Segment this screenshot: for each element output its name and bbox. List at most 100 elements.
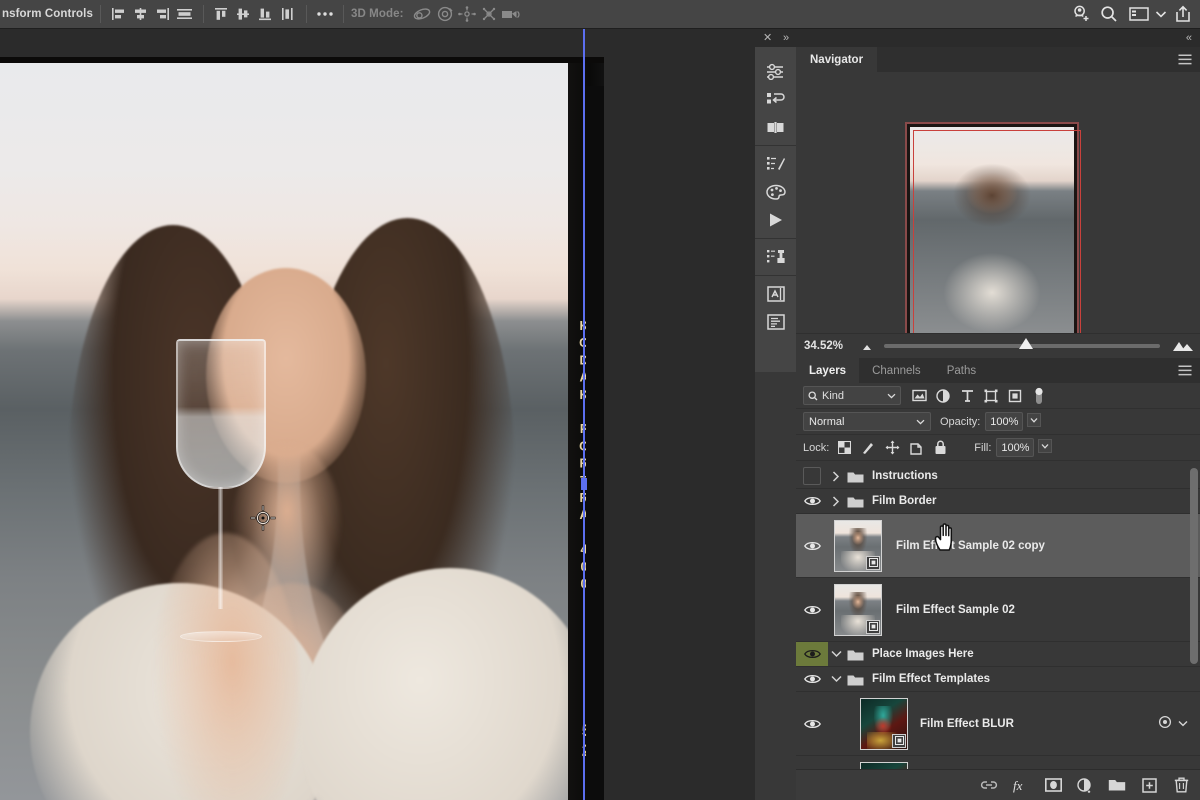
align-bottom-edges-icon[interactable] [255, 4, 277, 24]
layer-row-film-effect-sample-02[interactable]: Film Effect Sample 02 [796, 578, 1200, 642]
smart-object-filter-icon[interactable] [1003, 385, 1027, 407]
group-collapse-chevron-icon[interactable] [828, 650, 844, 658]
tab-layers[interactable]: Layers [796, 358, 859, 383]
paragraph-icon[interactable] [755, 308, 796, 336]
layer-visibility-toggle[interactable] [796, 692, 828, 755]
navigator-thumbnail[interactable] [905, 122, 1079, 339]
lock-artboard-icon[interactable] [904, 437, 928, 459]
share-icon[interactable] [1172, 4, 1194, 24]
roll-3d-icon[interactable] [434, 4, 456, 24]
more-options-icon[interactable] [314, 4, 336, 24]
layer-row-place-images-here[interactable]: Place Images Here [796, 642, 1200, 667]
adjustments-icon[interactable] [755, 57, 796, 85]
panel-menu-icon[interactable] [1178, 365, 1192, 379]
blend-mode-dropdown[interactable]: Normal [803, 412, 931, 431]
layer-visibility-toggle[interactable] [796, 464, 828, 488]
new-adjustment-layer-icon[interactable] [1076, 776, 1094, 794]
layer-row-film-effect-sample-02-copy[interactable]: Film Effect Sample 02 copy [796, 514, 1200, 578]
align-right-edges-icon[interactable] [152, 4, 174, 24]
layer-visibility-toggle[interactable] [796, 489, 828, 513]
layer-visibility-toggle[interactable] [796, 642, 828, 666]
navigator-body[interactable] [796, 72, 1200, 333]
character-icon[interactable] [755, 280, 796, 308]
slide-3d-icon[interactable] [478, 4, 500, 24]
add-user-icon[interactable] [1070, 4, 1092, 24]
layer-filter-kind-dropdown[interactable]: Kind [803, 386, 901, 405]
workspace-icon[interactable] [1128, 4, 1150, 24]
expand-panels-icon[interactable]: » [783, 33, 789, 44]
layer-row-film-effect-blur[interactable]: Film Effect BLUR [796, 692, 1200, 756]
chevron-down-icon[interactable] [1150, 4, 1172, 24]
libraries-icon[interactable] [755, 113, 796, 141]
lock-all-icon[interactable] [928, 437, 952, 459]
layer-visibility-toggle[interactable] [796, 667, 828, 691]
tab-paths[interactable]: Paths [934, 358, 989, 383]
zoom-slider-handle[interactable] [1019, 338, 1033, 349]
close-icon[interactable]: ✕ [763, 33, 772, 44]
layer-list[interactable]: Instructions Film Border [796, 464, 1200, 769]
zoom-in-large-mountain-icon[interactable] [1166, 340, 1200, 352]
layer-row-instructions[interactable]: Instructions [796, 464, 1200, 489]
link-layers-icon[interactable] [980, 776, 998, 794]
navigator-view-box[interactable] [913, 130, 1081, 341]
scrollbar-thumb[interactable] [1190, 468, 1198, 664]
lock-transparent-pixels-icon[interactable] [832, 437, 856, 459]
align-vertical-centers-icon[interactable] [233, 4, 255, 24]
layer-thumbnail[interactable] [834, 584, 882, 636]
adjustment-layer-filter-icon[interactable] [931, 385, 955, 407]
align-left-edges-icon[interactable] [108, 4, 130, 24]
canvas[interactable]: KODAK PORTRA 400 52 [0, 29, 604, 800]
layer-row-film-border[interactable]: Film Border [796, 489, 1200, 514]
layer-list-scrollbar[interactable] [1190, 466, 1198, 766]
shape-layer-filter-icon[interactable] [979, 385, 1003, 407]
tab-channels[interactable]: Channels [859, 358, 934, 383]
new-group-icon[interactable] [1108, 776, 1126, 794]
pan-3d-icon[interactable] [456, 4, 478, 24]
panel-menu-icon[interactable] [1178, 54, 1192, 68]
timeline-play-icon[interactable] [755, 206, 796, 234]
add-layer-mask-icon[interactable] [1044, 776, 1062, 794]
zoom-out-small-mountain-icon[interactable] [858, 342, 878, 351]
tab-navigator[interactable]: Navigator [796, 47, 877, 72]
delete-layer-icon[interactable] [1172, 776, 1190, 794]
lock-position-icon[interactable] [880, 437, 904, 459]
group-expand-chevron-icon[interactable] [828, 496, 844, 507]
align-horizontal-centers-icon[interactable] [130, 4, 152, 24]
orbit-3d-icon[interactable] [412, 4, 434, 24]
layer-row-film-effect-templates[interactable]: Film Effect Templates [796, 667, 1200, 692]
zoom-slider[interactable] [884, 344, 1160, 348]
distribute-vertical-icon[interactable] [277, 4, 299, 24]
layer-thumbnail[interactable] [860, 762, 908, 770]
add-layer-style-fx-icon[interactable]: fx [1012, 776, 1030, 794]
opacity-field[interactable]: 100% [985, 412, 1023, 431]
chevron-down-icon[interactable] [1178, 718, 1188, 730]
clone-source-icon[interactable] [755, 243, 796, 271]
filter-toggle-switch-icon[interactable] [1027, 385, 1051, 407]
brush-settings-icon[interactable] [755, 150, 796, 178]
fill-stepper-chevron-icon[interactable] [1038, 439, 1052, 456]
pixel-layer-filter-icon[interactable] [907, 385, 931, 407]
layer-visibility-toggle[interactable] [796, 578, 828, 641]
search-icon[interactable] [1098, 4, 1120, 24]
smart-filter-icon[interactable] [1158, 715, 1172, 732]
fill-field[interactable]: 100% [996, 438, 1034, 457]
layer-visibility-toggle[interactable] [796, 514, 828, 577]
distribute-horizontal-icon[interactable] [174, 4, 196, 24]
group-collapse-chevron-icon[interactable] [828, 675, 844, 683]
align-top-edges-icon[interactable] [211, 4, 233, 24]
group-expand-chevron-icon[interactable] [828, 471, 844, 482]
layer-thumbnail[interactable] [834, 520, 882, 572]
opacity-stepper-chevron-icon[interactable] [1027, 413, 1041, 430]
layer-visibility-toggle[interactable] [796, 756, 828, 769]
actions-icon[interactable] [755, 85, 796, 113]
type-layer-filter-icon[interactable] [955, 385, 979, 407]
lock-image-pixels-icon[interactable] [856, 437, 880, 459]
document-canvas-area[interactable]: KODAK PORTRA 400 52 [0, 29, 755, 800]
new-layer-icon[interactable] [1140, 776, 1158, 794]
zoom-value-field[interactable]: 34.52% [796, 340, 858, 352]
guide-handle[interactable] [581, 478, 587, 490]
collapse-panels-icon[interactable]: « [1186, 33, 1192, 44]
layer-thumbnail[interactable] [860, 698, 908, 750]
camera-3d-icon[interactable] [500, 4, 522, 24]
layer-row-film-effect-base[interactable]: Film Effect BASE [796, 756, 1200, 769]
